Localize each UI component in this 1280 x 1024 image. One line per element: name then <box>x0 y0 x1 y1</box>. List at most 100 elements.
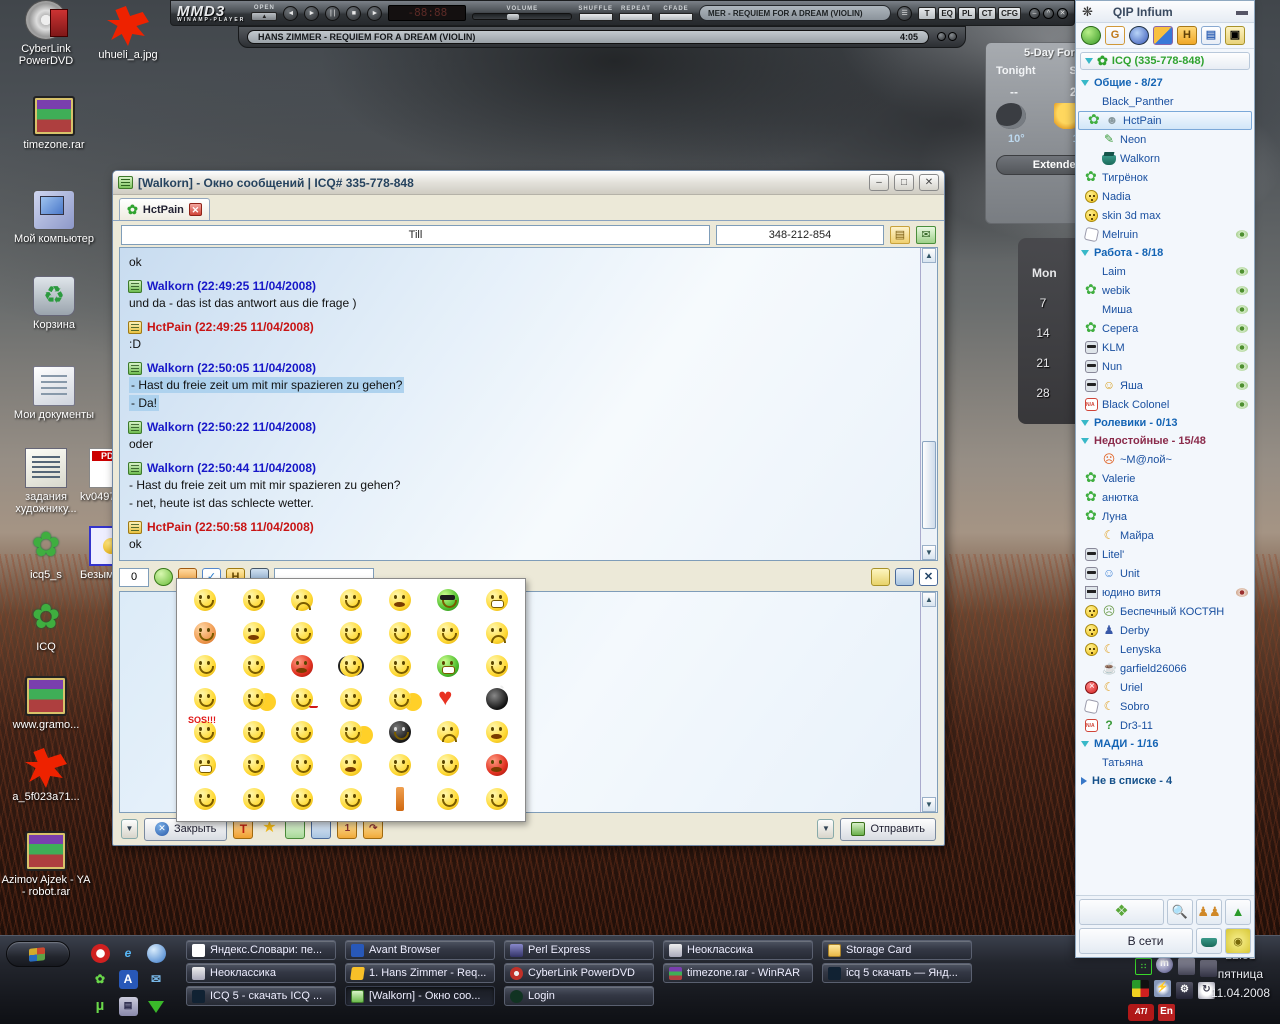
input-scrollbar[interactable]: ▲ ▼ <box>920 592 937 812</box>
hat-mode-icon[interactable] <box>1196 928 1222 954</box>
qip-logo-button[interactable]: ❖ <box>1079 899 1164 925</box>
smiley[interactable] <box>437 721 460 744</box>
contact-row[interactable]: ~М@лой~ <box>1076 450 1254 469</box>
smiley[interactable] <box>485 621 508 644</box>
icq-icon[interactable]: ✿ <box>91 970 110 989</box>
mail-icon[interactable]: ▤ <box>118 997 138 1017</box>
close-button[interactable]: ✕ <box>919 174 939 191</box>
color-profile-tray-icon[interactable] <box>1132 980 1149 997</box>
profile-card-icon[interactable]: ▤ <box>1201 26 1221 45</box>
smiley[interactable] <box>339 621 362 644</box>
contact-row[interactable]: Серега <box>1076 319 1254 338</box>
power-tray-icon[interactable]: ⚡ <box>1154 980 1171 997</box>
smiley[interactable] <box>437 754 460 777</box>
playlist-icon[interactable]: ☰ <box>897 5 913 21</box>
stop-button[interactable]: ■ <box>346 5 362 21</box>
smiley[interactable] <box>194 654 217 677</box>
group-header[interactable]: Работа - 8/18 <box>1076 244 1254 262</box>
desktop-icon[interactable]: CyberLink PowerDVD <box>0 0 92 67</box>
taskbar-button[interactable]: 1. Hans Zimmer - Req... <box>345 963 495 983</box>
scrollbar-thumb[interactable] <box>922 441 936 529</box>
template-1-icon[interactable]: 1 <box>337 819 358 839</box>
play-button[interactable]: ► <box>304 5 320 21</box>
taskbar-button[interactable]: Яндекс.Словари: пе... <box>186 940 336 960</box>
smiley[interactable] <box>339 654 362 677</box>
repeat-button[interactable] <box>619 12 653 21</box>
qip-minimize-icon[interactable] <box>1236 10 1248 15</box>
smiley[interactable] <box>291 788 314 811</box>
group-header[interactable]: Не в списке - 4 <box>1076 772 1254 790</box>
qip-tray-icon[interactable]: ∷ <box>1135 958 1152 975</box>
contact-row[interactable]: Беспечный КОСТЯН <box>1076 602 1254 621</box>
desktop-icon[interactable]: ICQ <box>0 598 92 653</box>
uin-field[interactable]: 348-212-854 <box>716 225 884 245</box>
scroll-down-icon[interactable]: ▼ <box>922 797 936 812</box>
contact-row[interactable]: Татьяна <box>1076 753 1254 772</box>
contact-row[interactable]: юдино витя <box>1076 583 1254 602</box>
taskbar-button[interactable]: icq 5 скачать — Янд... <box>822 963 972 983</box>
taskbar-button[interactable]: Perl Express <box>504 940 654 960</box>
trackbar-button[interactable] <box>948 32 957 41</box>
forward-icon[interactable]: ↷ <box>363 819 384 839</box>
smiley[interactable] <box>485 654 508 677</box>
smiley[interactable] <box>485 754 508 777</box>
taskbar-button[interactable]: Неоклассика <box>663 940 813 960</box>
smiley[interactable] <box>242 721 265 744</box>
contact-row[interactable]: Laim <box>1076 262 1254 281</box>
smiley[interactable] <box>339 754 362 777</box>
send-options-dropdown[interactable]: ▼ <box>817 819 835 839</box>
globe-icon[interactable] <box>1081 26 1101 45</box>
taskbar-button[interactable]: Login <box>504 986 654 1006</box>
history-scrollbar[interactable]: ▲ ▼ <box>920 248 937 560</box>
smiley[interactable] <box>242 588 265 611</box>
smiley[interactable] <box>437 621 460 644</box>
contact-row[interactable]: Яша <box>1076 376 1254 395</box>
prev-button[interactable]: ◄ <box>283 5 299 21</box>
group-header[interactable]: Общие - 8/27 <box>1076 74 1254 92</box>
smiley[interactable] <box>388 721 411 744</box>
group-header[interactable]: МАДИ - 1/16 <box>1076 735 1254 753</box>
extended-forecast-button[interactable]: Extended Fore <box>996 155 1076 175</box>
cfg-button[interactable]: CFG <box>998 6 1021 20</box>
smiley[interactable] <box>485 588 508 611</box>
close-options-dropdown[interactable]: ▼ <box>121 819 138 839</box>
settings-tray-icon[interactable]: ⚙ <box>1176 982 1193 999</box>
smiley[interactable] <box>485 721 508 744</box>
group-header[interactable]: Недостойные - 15/48 <box>1076 432 1254 450</box>
smiley[interactable] <box>242 621 265 644</box>
smiley[interactable] <box>194 754 217 777</box>
smiley[interactable] <box>388 621 411 644</box>
smiley[interactable] <box>388 754 411 777</box>
contact-row[interactable]: Walkorn <box>1076 149 1254 168</box>
shuffle-button[interactable] <box>578 12 613 21</box>
contact-row[interactable]: Dr3-11 <box>1076 716 1254 735</box>
split-view-icon[interactable] <box>895 568 914 586</box>
send-button[interactable]: Отправить <box>840 817 936 841</box>
smiley[interactable] <box>194 687 217 710</box>
taskbar-button[interactable]: [Walkorn] - Окно соо... <box>345 986 495 1006</box>
contact-info-icon[interactable]: ▤ <box>890 226 910 244</box>
contact-row[interactable]: Nun <box>1076 357 1254 376</box>
smiley[interactable] <box>242 788 265 811</box>
scroll-up-icon[interactable]: ▲ <box>922 592 936 607</box>
collapse-icon[interactable]: ▲ <box>1225 899 1251 925</box>
network-tray-icon[interactable] <box>1178 958 1195 975</box>
message-history[interactable]: ok Walkorn (22:49:25 11/04/2008) und da … <box>119 247 938 561</box>
icq-account-header[interactable]: ✿ ICQ (335-778-848) <box>1080 52 1250 70</box>
taskbar-button[interactable]: CyberLink PowerDVD <box>504 963 654 983</box>
contact-row[interactable]: Миша <box>1076 300 1254 319</box>
minimize-icon[interactable]: – <box>1029 7 1040 19</box>
comet-icon[interactable] <box>1129 26 1149 45</box>
google-icon[interactable]: G <box>1105 26 1125 45</box>
desktop-icon[interactable]: Azimov Ajzek - YA - robot.rar <box>0 831 92 898</box>
smiley[interactable] <box>339 687 362 710</box>
contact-row[interactable]: Uriel <box>1076 678 1254 697</box>
contact-row[interactable]: Sobro <box>1076 697 1254 716</box>
add-contact-icon[interactable]: 🔍 <box>1167 899 1193 925</box>
ct-button[interactable]: CT <box>978 6 997 20</box>
shade-icon[interactable]: ^ <box>1043 7 1054 19</box>
maximize-button[interactable]: □ <box>894 174 914 191</box>
smiley[interactable] <box>437 684 459 712</box>
font-icon[interactable]: T <box>233 819 254 839</box>
to-field[interactable]: Till <box>121 225 710 245</box>
